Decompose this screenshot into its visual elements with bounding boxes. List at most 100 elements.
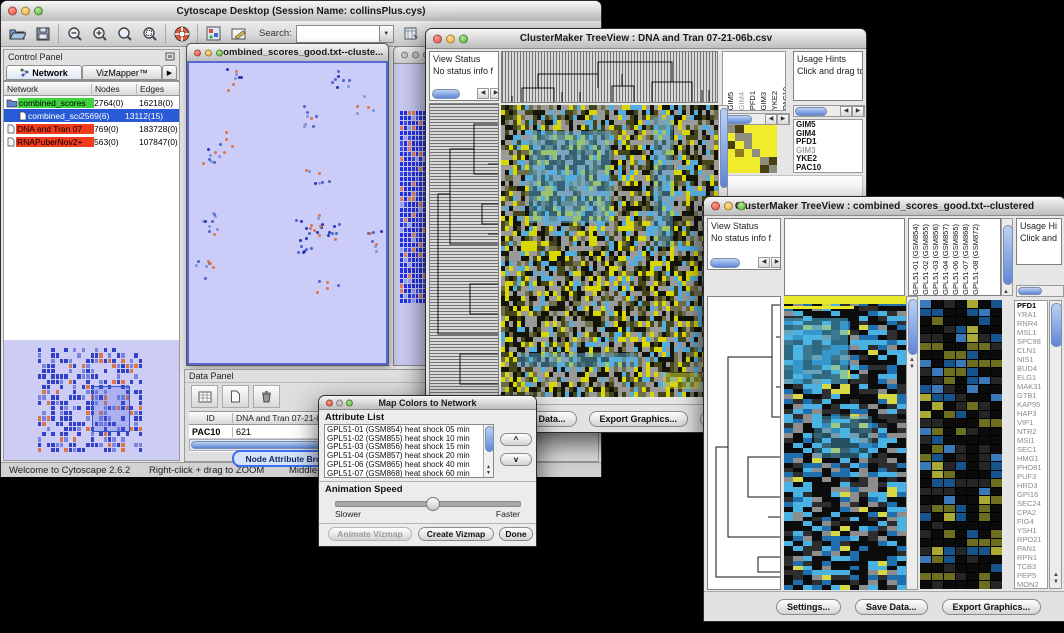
delete-attribute-trash-icon[interactable]	[253, 385, 280, 408]
search-dropdown-button[interactable]: ▼	[380, 25, 394, 43]
attribute-browser-icon[interactable]	[400, 23, 425, 44]
attribute-list-scrollbar[interactable]: ▲▼	[483, 425, 493, 477]
tv1-minimize-button[interactable]	[446, 34, 455, 43]
gene-label[interactable]: PUF3	[1017, 472, 1047, 481]
birdseye-view[interactable]	[4, 340, 179, 460]
tv2-gene-list[interactable]: PFD1YRA1RNR4MSL1SPC98CLN1NIS1BUD4ELG1MAK…	[1014, 300, 1048, 589]
network-canvas[interactable]	[187, 61, 388, 365]
tv2-column-label[interactable]: GPL51-07 (GSM868)	[961, 224, 970, 295]
gene-label[interactable]: CLN1	[1017, 346, 1047, 355]
close-button[interactable]	[8, 7, 17, 16]
gene-label[interactable]: PHO81	[1017, 463, 1047, 472]
create-vizmap-button[interactable]: Create Vizmap	[418, 527, 494, 541]
gene-label[interactable]: GPI16	[1017, 490, 1047, 499]
vizmapper-icon[interactable]	[201, 23, 226, 44]
window-controls[interactable]	[8, 7, 43, 16]
network-view-window[interactable]: combined_scores_good.txt--cluste...	[186, 43, 389, 366]
net-close-button[interactable]	[194, 49, 201, 56]
tv1-main-heatmap[interactable]	[501, 105, 718, 397]
gene-label[interactable]: NIS1	[1017, 355, 1047, 364]
tv2-global-heatmap[interactable]	[784, 296, 906, 590]
float-panel-icon[interactable]	[165, 52, 175, 61]
done-button[interactable]: Done	[499, 527, 533, 541]
gene-label[interactable]: SPC98	[1017, 337, 1047, 346]
slider-thumb[interactable]	[426, 497, 440, 511]
tv1-label-scroll-right[interactable]: ▶	[852, 106, 864, 117]
tv2-zoom-button[interactable]	[737, 202, 746, 211]
tv2-column-label[interactable]: GPL51-08 (GSM872)	[971, 224, 980, 295]
tv2-status-scroll-left[interactable]: ◀	[758, 257, 770, 268]
gene-label[interactable]: SEC24	[1017, 499, 1047, 508]
tv1-column-label[interactable]: GIM4	[737, 92, 746, 110]
gene-label[interactable]: BUD4	[1017, 364, 1047, 373]
dialog-close-button[interactable]	[326, 399, 333, 406]
net-minimize-button[interactable]	[205, 49, 212, 56]
gene-label[interactable]: HRD3	[1017, 481, 1047, 490]
attribute-listbox[interactable]: GPL51-01 (GSM854) heat shock 05 minGPL51…	[324, 424, 494, 478]
tv1-zoom-button[interactable]	[459, 34, 468, 43]
gene-label[interactable]: GTB1	[1017, 391, 1047, 400]
tab-vizmapper[interactable]: VizMapper™	[82, 65, 162, 80]
tv1-status-scroll-right[interactable]: ▶	[490, 88, 499, 99]
tv1-status-scrollbar[interactable]	[432, 89, 460, 99]
tv2-gene-scrollbar[interactable]: ▲▼	[1049, 300, 1062, 589]
tv1-column-label[interactable]: PAC10	[781, 87, 786, 110]
gene-label[interactable]: VIP1	[1017, 418, 1047, 427]
birdseye-viewport-rect[interactable]	[92, 386, 130, 432]
gene-label[interactable]: PAN1	[1017, 544, 1047, 553]
minimize-button[interactable]	[21, 7, 30, 16]
gene-label[interactable]: HAP3	[1017, 409, 1047, 418]
tv2-column-label[interactable]: GPL51-06 (GSM865)	[951, 224, 960, 295]
tv2-status-scroll-right[interactable]: ▶	[771, 257, 781, 268]
tab-network[interactable]: Network	[6, 65, 82, 80]
network-row-rnapuber[interactable]: RNAPuberNov2+ 563(0) 107847(0)	[4, 135, 179, 148]
main-title-bar[interactable]: Cytoscape Desktop (Session Name: collins…	[1, 1, 601, 22]
tv1-row-label[interactable]: PAC10	[796, 164, 860, 173]
zoom-fit-icon[interactable]	[112, 23, 137, 44]
tv1-column-label[interactable]: GIM3	[759, 92, 768, 110]
animation-speed-slider[interactable]	[335, 501, 521, 507]
gene-label[interactable]: MSI1	[1017, 436, 1047, 445]
help-lifesaver-icon[interactable]	[169, 23, 194, 44]
tv2-row-dendrogram[interactable]	[707, 296, 781, 590]
tv1-zoom-matrix[interactable]	[727, 125, 777, 173]
network-row-combined-sco-selected[interactable]: combined_sco 2569(6) 13112(15)	[4, 109, 179, 122]
tv2-global-vscrollbar[interactable]: ▲▼	[906, 296, 918, 590]
gene-label[interactable]: SEC1	[1017, 445, 1047, 454]
tv1-column-label[interactable]: PFD1	[748, 91, 757, 110]
gene-label[interactable]: ELG1	[1017, 373, 1047, 382]
zoom-in-icon[interactable]	[87, 23, 112, 44]
move-down-button[interactable]: v	[500, 453, 532, 466]
tv1-column-labels[interactable]: GIM5GIM4PFD1GIM3YKE2PAC10	[722, 51, 786, 111]
gene-label[interactable]: YSH1	[1017, 526, 1047, 535]
tv2-column-labels[interactable]: GPL51-01 (GSM854)GPL51-02 (GSM855)GPL51-…	[908, 218, 1001, 296]
tv1-close-button[interactable]	[433, 34, 442, 43]
zoom-button[interactable]	[34, 7, 43, 16]
tv1-row-dendrogram[interactable]	[429, 103, 499, 397]
animate-vizmap-button[interactable]: Animate Vizmap	[328, 527, 412, 541]
gene-label[interactable]: RNR4	[1017, 319, 1047, 328]
tv1-status-scroll-left[interactable]: ◀	[477, 88, 489, 99]
network-row-combined-scores[interactable]: combined_scores 2764(0) 16218(0)	[4, 96, 179, 109]
dialog-minimize-button[interactable]	[336, 399, 343, 406]
tv1-column-label[interactable]: YKE2	[770, 91, 779, 110]
tv2-action-button[interactable]: Settings...	[776, 599, 841, 615]
tv1-label-scrollbar[interactable]: ◀ ▶	[793, 105, 865, 117]
gene-label[interactable]: MON2	[1017, 580, 1047, 589]
attribute-list-item[interactable]: GPL51-07 (GSM868) heat shock 60 min	[327, 470, 482, 477]
tv2-hints-scrollbar[interactable]	[1016, 285, 1064, 297]
gene-label[interactable]: MSL1	[1017, 328, 1047, 337]
tv2-action-button[interactable]: Save Data...	[855, 599, 928, 615]
col-header-network[interactable]: Network	[4, 84, 92, 94]
col-header-nodes[interactable]: Nodes	[92, 84, 137, 94]
tv1-hscroll-left[interactable]: ◀	[765, 114, 777, 125]
gene-label[interactable]: CPA2	[1017, 508, 1047, 517]
tv1-hscroll-right[interactable]: ▶	[777, 114, 789, 125]
tv2-column-label[interactable]: GPL51-04 (GSM857)	[941, 224, 950, 295]
table-icon[interactable]	[191, 385, 218, 408]
open-folder-icon[interactable]	[5, 23, 30, 44]
tv1-column-dendrogram[interactable]	[501, 51, 718, 103]
id-column-header[interactable]: ID	[189, 413, 233, 423]
tv2-close-button[interactable]	[711, 202, 720, 211]
gene-label[interactable]: RPN1	[1017, 553, 1047, 562]
